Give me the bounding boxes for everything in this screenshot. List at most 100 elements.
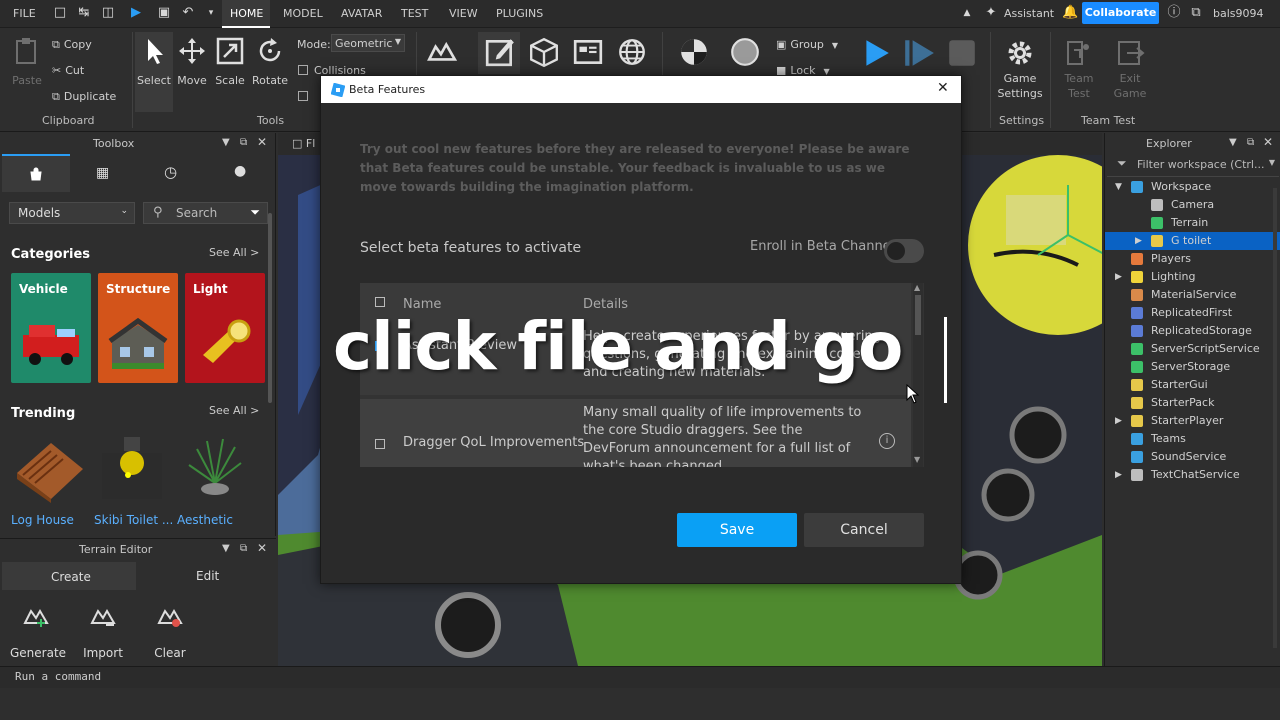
- explorer-item[interactable]: Teams: [1105, 430, 1280, 448]
- explorer-item[interactable]: Players: [1105, 250, 1280, 268]
- username-label[interactable]: bals9094: [1213, 7, 1264, 20]
- material-sphere-icon[interactable]: [729, 36, 761, 68]
- resume-icon[interactable]: [902, 37, 936, 69]
- category-card-structure[interactable]: Structure: [98, 273, 178, 383]
- trending-label-log-house[interactable]: Log House: [11, 513, 74, 527]
- tab-view[interactable]: VIEW: [449, 7, 478, 20]
- generate-tool[interactable]: Generate: [10, 605, 66, 660]
- play-icon[interactable]: ▶: [128, 5, 144, 21]
- scrollbar-thumb[interactable]: [915, 295, 921, 335]
- part-cube-icon[interactable]: [528, 36, 560, 68]
- info-icon[interactable]: i: [879, 433, 895, 449]
- trending-item-aesthetic-plant[interactable]: [177, 433, 253, 505]
- trending-item-skibi-toilet[interactable]: [94, 433, 170, 505]
- close-icon[interactable]: ✕: [257, 541, 267, 555]
- clear-tool[interactable]: Clear: [144, 605, 196, 660]
- color-icon[interactable]: [678, 36, 710, 68]
- chevron-down-icon[interactable]: ▼: [222, 543, 230, 554]
- explorer-item[interactable]: StarterGui: [1105, 376, 1280, 394]
- terrain-editor-icon[interactable]: [426, 36, 458, 68]
- close-icon[interactable]: ✕: [1263, 135, 1273, 149]
- help-icon[interactable]: ⓘ: [1166, 5, 1182, 21]
- join-checkbox[interactable]: [298, 91, 308, 101]
- collapse-arrow-icon[interactable]: ▶: [1115, 268, 1122, 286]
- notification-bell-icon[interactable]: 🔔: [1062, 5, 1078, 21]
- explorer-item[interactable]: ▶ Lighting: [1105, 268, 1280, 286]
- scroll-up-icon[interactable]: ▲: [914, 283, 920, 292]
- tab-creations-bulb-icon[interactable]: ●: [234, 163, 246, 179]
- collapse-arrow-icon[interactable]: ▶: [1115, 412, 1122, 430]
- join-toggle[interactable]: [298, 90, 308, 103]
- tab-home[interactable]: HOME: [222, 0, 270, 28]
- category-card-vehicle[interactable]: Vehicle: [11, 273, 91, 383]
- close-icon[interactable]: ✕: [257, 135, 267, 149]
- see-all-trending-link[interactable]: See All >: [209, 404, 259, 417]
- duplicate-button[interactable]: ⧉ Duplicate: [52, 90, 116, 104]
- tab-inventory-grid-icon[interactable]: ▦: [96, 165, 109, 181]
- chevron-down-icon[interactable]: ▼: [222, 137, 230, 148]
- trending-label-aesthetic[interactable]: Aesthetic: [177, 513, 233, 527]
- enroll-beta-toggle[interactable]: [884, 239, 924, 263]
- explorer-item[interactable]: ReplicatedFirst: [1105, 304, 1280, 322]
- command-input[interactable]: Run a command: [15, 670, 101, 683]
- explorer-item[interactable]: ▶ StarterPlayer: [1105, 412, 1280, 430]
- trending-label-skibi-toilet[interactable]: Skibi Toilet ...: [94, 513, 173, 527]
- explorer-item[interactable]: ▶ TextChatService: [1105, 466, 1280, 484]
- undo-icon[interactable]: ↶: [180, 5, 196, 21]
- tab-test[interactable]: TEST: [401, 7, 428, 20]
- explorer-item[interactable]: Camera: [1105, 196, 1280, 214]
- import-globe-icon[interactable]: [616, 36, 648, 68]
- new-file-icon[interactable]: □: [52, 5, 68, 21]
- scroll-down-icon[interactable]: ▼: [914, 455, 920, 464]
- rotate-button[interactable]: Rotate: [252, 36, 288, 87]
- row-checkbox[interactable]: [375, 439, 385, 449]
- ungroup-icon[interactable]: ▣: [156, 5, 172, 21]
- file-menu[interactable]: FILE: [13, 7, 36, 20]
- category-card-light[interactable]: Light: [185, 273, 265, 383]
- dropdown-icon[interactable]: ▾: [203, 5, 219, 21]
- explorer-item[interactable]: ReplicatedStorage: [1105, 322, 1280, 340]
- tab-edit[interactable]: Edit: [196, 569, 219, 583]
- tab-avatar[interactable]: AVATAR: [341, 7, 382, 20]
- edit-script-icon[interactable]: [484, 36, 516, 68]
- explorer-item[interactable]: StarterPack: [1105, 394, 1280, 412]
- paste-button[interactable]: Paste: [10, 36, 44, 87]
- trending-item-log-house[interactable]: [11, 433, 87, 505]
- collisions-checkbox[interactable]: [298, 65, 308, 75]
- collapse-ribbon-icon[interactable]: ▲: [959, 5, 975, 21]
- explorer-item[interactable]: Terrain: [1105, 214, 1280, 232]
- team-test-button[interactable]: Team Test: [1058, 38, 1100, 100]
- toolbox-scrollbar[interactable]: [268, 213, 272, 403]
- explorer-item[interactable]: ServerScriptService: [1105, 340, 1280, 358]
- undock-icon[interactable]: ⧉: [240, 543, 247, 554]
- select-button[interactable]: Select: [137, 36, 171, 87]
- explorer-item[interactable]: ▼ Workspace: [1105, 178, 1280, 196]
- exit-game-button[interactable]: Exit Game: [1108, 38, 1152, 100]
- explorer-item[interactable]: MaterialService: [1105, 286, 1280, 304]
- save-icon[interactable]: ◫: [100, 5, 116, 21]
- tab-recent-clock-icon[interactable]: ◷: [164, 163, 177, 181]
- scale-button[interactable]: Scale: [213, 36, 247, 87]
- viewport-tab[interactable]: □ Fl: [292, 137, 315, 150]
- undock-icon[interactable]: ⧉: [1247, 137, 1254, 148]
- close-icon[interactable]: ✕: [937, 80, 949, 96]
- tab-plugins[interactable]: PLUGINS: [496, 7, 543, 20]
- explorer-scrollbar[interactable]: [1273, 188, 1277, 648]
- undock-icon[interactable]: ⧉: [240, 137, 247, 148]
- mode-dropdown[interactable]: Geometric ▼: [331, 34, 405, 52]
- see-all-categories-link[interactable]: See All >: [209, 246, 259, 259]
- toolbox-search-input[interactable]: ⚲ Search ⏷: [143, 202, 268, 224]
- tab-marketplace[interactable]: [2, 154, 70, 192]
- game-settings-button[interactable]: Game Settings: [994, 38, 1046, 100]
- collapse-arrow-icon[interactable]: ▶: [1115, 466, 1122, 484]
- play-button-icon[interactable]: [860, 37, 892, 69]
- assistant-icon[interactable]: ✦: [983, 5, 999, 21]
- stop-icon[interactable]: [946, 37, 978, 69]
- tab-create[interactable]: Create: [2, 562, 136, 590]
- tab-model[interactable]: MODEL: [283, 7, 323, 20]
- ui-frame-icon[interactable]: [572, 36, 604, 68]
- share-icon[interactable]: ⧉: [1188, 5, 1204, 21]
- cancel-button[interactable]: Cancel: [804, 513, 924, 547]
- expand-arrow-icon[interactable]: ▼: [1115, 178, 1122, 196]
- table-scrollbar[interactable]: ▲ ▼: [913, 283, 923, 467]
